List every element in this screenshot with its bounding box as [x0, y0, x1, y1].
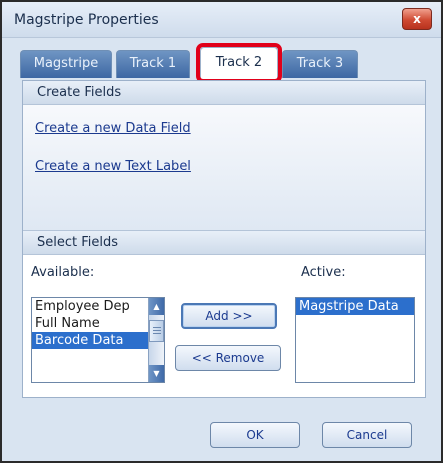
close-icon: x	[413, 12, 421, 26]
list-item[interactable]: Magstripe Data	[296, 298, 414, 315]
select-fields-area: Available: Active: Employee Dep Full Nam…	[23, 257, 425, 397]
active-tab-highlight	[196, 43, 282, 83]
tab-magstripe[interactable]: Magstripe	[20, 50, 112, 78]
dialog-footer: OK Cancel	[4, 406, 441, 461]
active-list[interactable]: Magstripe Data	[295, 297, 415, 383]
scroll-up-icon[interactable]: ▲	[149, 298, 164, 315]
select-fields-header: Select Fields	[23, 231, 425, 255]
create-fields-header: Create Fields	[23, 81, 425, 105]
remove-button[interactable]: << Remove	[175, 345, 281, 371]
create-data-field-link[interactable]: Create a new Data Field	[35, 121, 191, 136]
available-label: Available:	[31, 265, 95, 280]
track-2-panel: Create Fields Create a new Data Field Cr…	[22, 80, 426, 398]
list-item[interactable]: Barcode Data	[32, 332, 164, 349]
available-list[interactable]: Employee Dep Full Name Barcode Data ▲ ▼	[31, 297, 165, 383]
tab-track-3[interactable]: Track 3	[282, 50, 358, 78]
create-text-label-link[interactable]: Create a new Text Label	[35, 159, 191, 174]
close-button[interactable]: x	[402, 8, 432, 30]
scroll-thumb[interactable]	[149, 320, 164, 342]
list-item[interactable]: Employee Dep	[32, 298, 164, 315]
select-fields-title: Select Fields	[37, 235, 119, 250]
available-scrollbar[interactable]: ▲ ▼	[148, 298, 164, 382]
create-fields-title: Create Fields	[37, 85, 122, 100]
create-fields-area: Create a new Data Field Create a new Tex…	[23, 105, 425, 231]
tab-track-1[interactable]: Track 1	[116, 50, 190, 78]
list-item[interactable]: Full Name	[32, 315, 164, 332]
active-label: Active:	[301, 265, 346, 280]
properties-dialog: Magstripe Properties x Magstripe Track 1…	[0, 0, 443, 463]
scroll-down-icon[interactable]: ▼	[149, 365, 164, 382]
title-bar: Magstripe Properties x	[2, 2, 441, 38]
ok-button[interactable]: OK	[210, 422, 300, 448]
cancel-button[interactable]: Cancel	[322, 422, 412, 448]
window-title: Magstripe Properties	[14, 12, 159, 28]
add-button[interactable]: Add >>	[181, 303, 277, 329]
